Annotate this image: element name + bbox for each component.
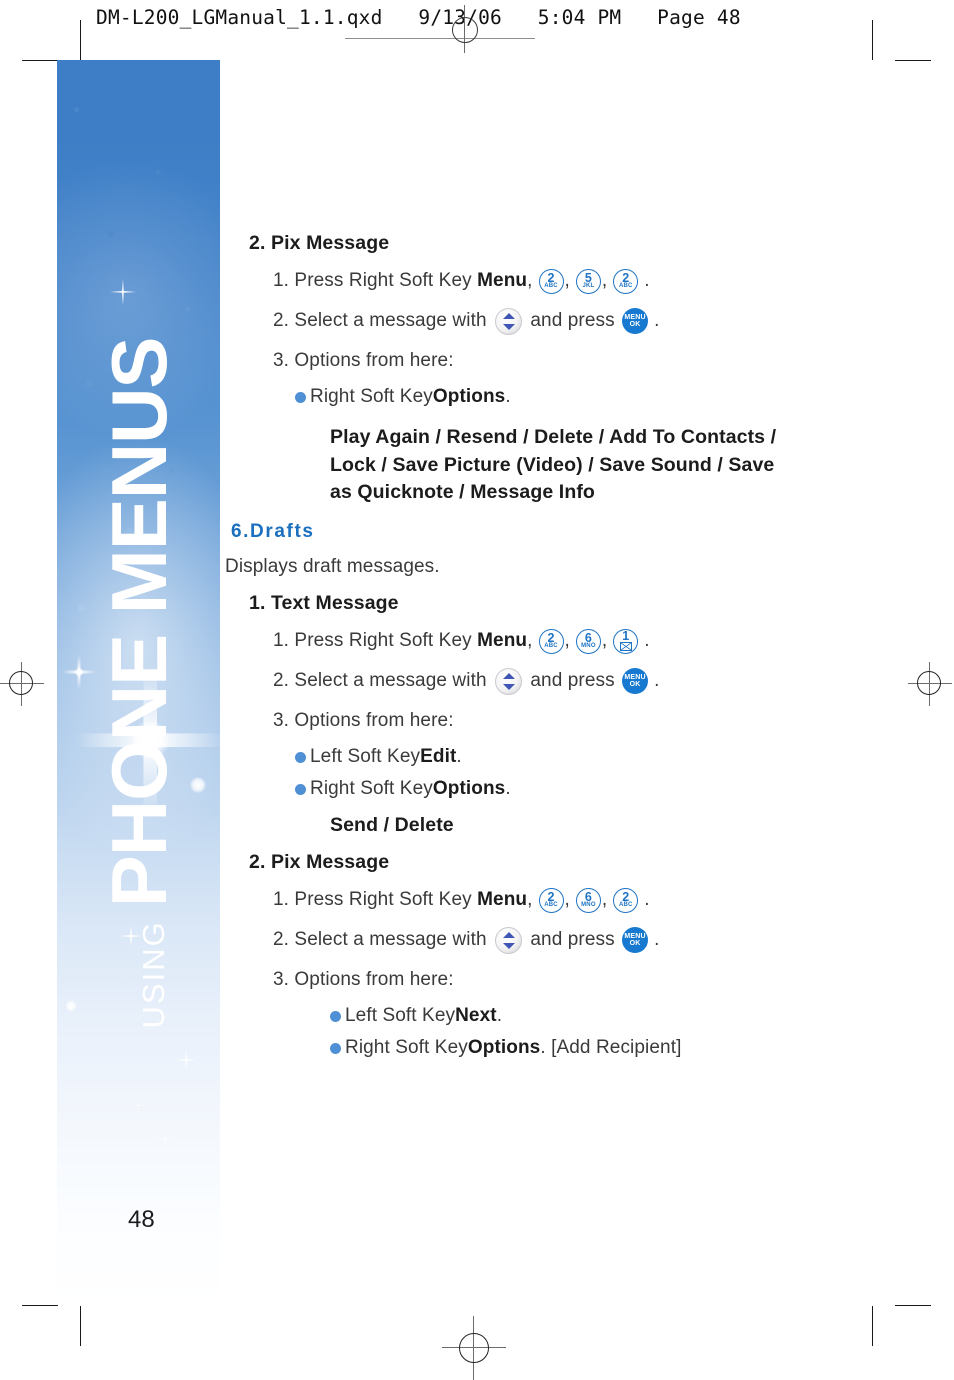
heading-drafts: 6.Drafts bbox=[231, 521, 315, 543]
registration-mark-top bbox=[440, 5, 488, 53]
bullet-left-soft-key-next: Left Soft Key Next . bbox=[330, 1005, 925, 1027]
nav-up-down-icon bbox=[495, 926, 522, 954]
step-press-menu-pix-top: 1. Press Right Soft Key Menu , 2 ABC , 5… bbox=[273, 266, 925, 296]
key-icon-2-abc: 2 ABC bbox=[538, 268, 564, 294]
key-icon-2-abc-2: 2 ABC bbox=[613, 268, 639, 294]
crop-mark-bottom-right-horizontal bbox=[895, 1305, 931, 1306]
nav-up-down-icon bbox=[495, 667, 522, 695]
bullet-right-soft-key-options-pix-top: Right Soft Key Options . bbox=[295, 386, 925, 408]
step-press-menu-text: 1. Press Right Soft Key Menu , 2 ABC , 6… bbox=[273, 626, 925, 656]
step-options-pix-top: 3. Options from here: bbox=[273, 350, 454, 371]
options-list-pix-top: Play Again / Resend / Delete / Add To Co… bbox=[330, 426, 777, 504]
crop-mark-top-right-horizontal bbox=[895, 60, 931, 61]
crop-mark-bottom-right-vertical bbox=[872, 1306, 873, 1346]
bullet-left-soft-key-edit: Left Soft Key Edit . bbox=[295, 746, 925, 768]
registration-mark-left bbox=[0, 662, 44, 706]
crop-mark-bottom-left-horizontal bbox=[22, 1305, 58, 1306]
key-icon-2-abc: 2 ABC bbox=[538, 628, 564, 654]
nav-up-down-icon bbox=[495, 307, 522, 335]
crop-mark-top-right-vertical bbox=[872, 20, 873, 60]
registration-mark-bottom bbox=[442, 1316, 506, 1380]
bullet-right-soft-key-options-text: Right Soft Key Options . bbox=[295, 778, 925, 800]
crop-mark-bottom-left-vertical bbox=[80, 1306, 81, 1346]
options-line-send-delete: Send / Delete bbox=[330, 814, 454, 837]
content-column: 2. Pix Message 1. Press Right Soft Key M… bbox=[225, 232, 925, 1069]
menu-ok-key-icon: MENU OK bbox=[622, 308, 649, 334]
bullet-dot-icon bbox=[295, 391, 306, 403]
envelope-icon bbox=[619, 642, 632, 652]
sidebar-banner: USING PHONE MENUS bbox=[57, 60, 220, 1305]
step-options-text: 3. Options from here: bbox=[273, 710, 454, 732]
menu-ok-key-icon: MENU OK bbox=[622, 668, 649, 695]
heading-pix-message-bottom: 2. Pix Message bbox=[249, 851, 390, 874]
step-bold-menu: Menu bbox=[477, 270, 528, 291]
step-select-message-pix-top: 2. Select a message with and press MENU … bbox=[273, 306, 925, 336]
menu-ok-key-icon: MENU OK bbox=[622, 927, 649, 954]
step-select-message-pix-bottom: 2. Select a message with and press MENU … bbox=[273, 925, 925, 955]
sidebar-eyebrow: USING bbox=[135, 919, 171, 1028]
key-icon-6-mno: 6 MNO bbox=[575, 628, 601, 654]
bullet-dot-icon bbox=[330, 1042, 341, 1054]
sidebar-title: PHONE MENUS bbox=[94, 337, 183, 907]
key-icon-6-mno: 6 MNO bbox=[575, 887, 601, 913]
crop-mark-top-left-horizontal bbox=[22, 60, 58, 61]
page-number: 48 bbox=[128, 1206, 155, 1233]
drafts-description: Displays draft messages. bbox=[225, 556, 440, 578]
step-press-menu-pix-bottom: 1. Press Right Soft Key Menu , 2 ABC , 6… bbox=[273, 885, 925, 915]
heading-pix-message-top: 2. Pix Message bbox=[249, 232, 390, 254]
bullet-dot-icon bbox=[295, 783, 306, 795]
heading-text-message: 1. Text Message bbox=[249, 592, 399, 615]
step-period: . bbox=[644, 270, 650, 291]
key-icon-2-abc: 2 ABC bbox=[538, 887, 564, 913]
key-icon-5-jkl: 5 JKL bbox=[575, 268, 601, 294]
bullet-dot-icon bbox=[295, 751, 306, 763]
bullet-right-soft-key-options-pix-bottom: Right Soft Key Options . [Add Recipient] bbox=[330, 1037, 925, 1059]
step-select-message-text: 2. Select a message with and press MENU … bbox=[273, 666, 925, 696]
key-icon-1-envelope: 1 bbox=[613, 628, 639, 654]
sidebar-title-block: USING PHONE MENUS bbox=[57, 60, 220, 1305]
key-icon-2-abc-2: 2 ABC bbox=[613, 887, 639, 913]
crop-mark-top-left-vertical bbox=[80, 20, 81, 60]
step-text: 1. Press Right Soft Key bbox=[273, 270, 478, 291]
step-comma: , bbox=[527, 270, 533, 291]
step-options-pix-bottom: 3. Options from here: bbox=[273, 969, 454, 991]
bullet-dot-icon bbox=[330, 1010, 341, 1022]
